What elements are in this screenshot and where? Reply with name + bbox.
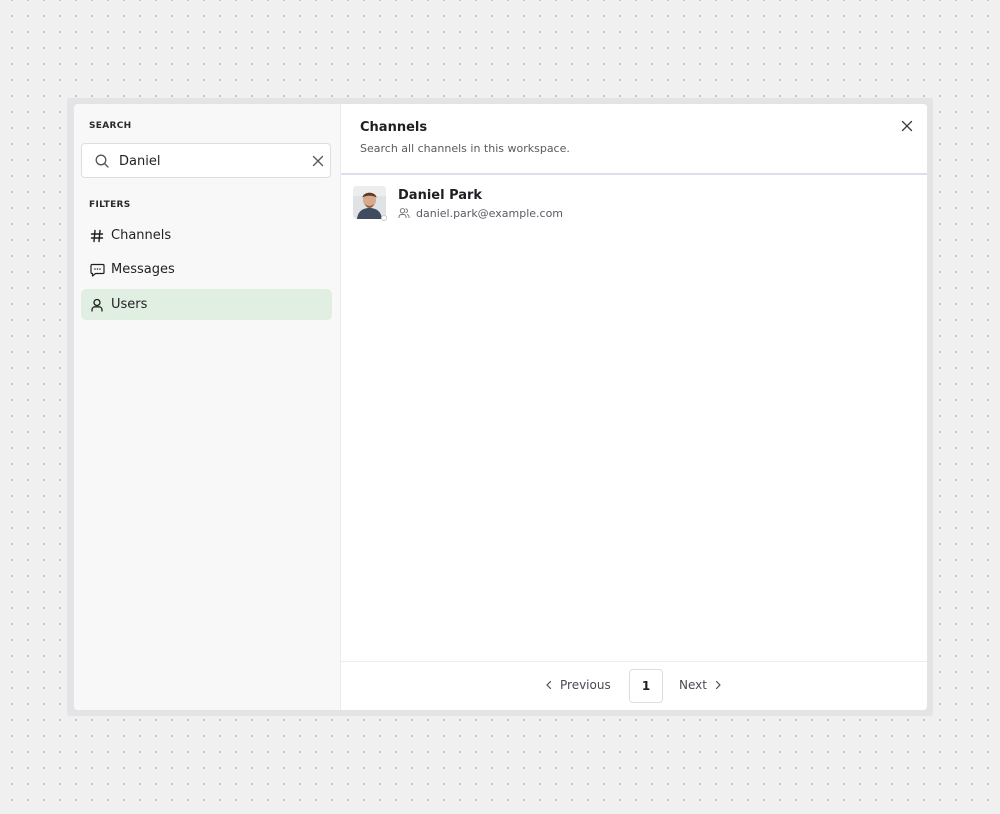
page-title: Channels (360, 120, 428, 135)
message-icon (89, 262, 105, 278)
list-item[interactable]: Daniel Park daniel.park@example.com (341, 182, 927, 226)
filter-label: Channels (111, 228, 172, 243)
results-panel: Channels Search all channels in this wor… (341, 104, 927, 710)
pagination: Previous 1 Next (341, 661, 927, 710)
search-input[interactable] (119, 151, 299, 171)
user-email-line: daniel.park@example.com (398, 206, 563, 220)
close-icon[interactable] (900, 119, 914, 133)
page-subtitle: Search all channels in this workspace. (360, 142, 570, 155)
previous-label: Previous (560, 678, 611, 692)
next-page-button[interactable]: Next (679, 678, 723, 692)
results-header: Channels Search all channels in this wor… (341, 104, 927, 175)
search-dialog: SEARCH FILTERS Channels (74, 104, 927, 710)
clear-search-icon[interactable] (310, 153, 326, 169)
filter-users[interactable]: Users (81, 289, 332, 320)
user-name: Daniel Park (398, 188, 483, 203)
user-icon (89, 297, 105, 313)
filter-label: Users (111, 297, 148, 312)
filter-channels[interactable]: Channels (81, 220, 332, 251)
current-page-button[interactable]: 1 (629, 669, 663, 703)
filters-section-label: FILTERS (89, 200, 131, 210)
next-label: Next (679, 678, 707, 692)
presence-indicator (381, 215, 387, 221)
filter-messages[interactable]: Messages (81, 254, 332, 285)
filter-label: Messages (111, 262, 175, 277)
search-section-label: SEARCH (89, 121, 132, 131)
users-icon (398, 208, 410, 218)
previous-page-button[interactable]: Previous (544, 678, 611, 692)
chevron-right-icon (715, 680, 721, 690)
user-email: daniel.park@example.com (416, 206, 564, 220)
avatar (353, 186, 386, 219)
search-icon (95, 154, 109, 168)
chevron-left-icon (546, 680, 552, 690)
search-field[interactable] (81, 143, 331, 178)
hash-icon (89, 228, 105, 244)
sidebar: SEARCH FILTERS Channels (74, 104, 341, 710)
